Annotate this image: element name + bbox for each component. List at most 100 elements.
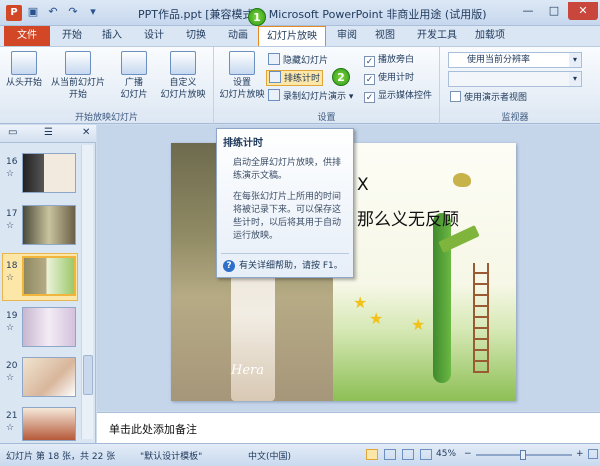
outline-tab-icon[interactable]: ☰: [44, 127, 53, 138]
star-icon: ☆: [6, 423, 15, 433]
use-timings-checkbox[interactable]: ✓ 使用计时: [364, 71, 414, 87]
rehearse-timings-button[interactable]: 排练计时: [266, 70, 324, 86]
star-icon: ☆: [6, 221, 15, 231]
maximize-button[interactable]: □: [542, 2, 566, 20]
close-button[interactable]: ✕: [568, 2, 598, 20]
hide-slide-button[interactable]: 隐藏幻灯片: [268, 53, 328, 69]
tab-transitions[interactable]: 切换: [180, 26, 212, 46]
theme-name[interactable]: "默认设计模板": [140, 449, 202, 462]
window-title: PPT作品.ppt [兼容模式] - Microsoft PowerPoint …: [138, 8, 487, 21]
tab-view[interactable]: 视图: [370, 26, 400, 46]
status-bar: 幻灯片 第 18 张，共 22 张 "默认设计模板" 中文(中国) 45% − …: [0, 443, 600, 466]
broadcast-button[interactable]: 广播 幻灯片: [114, 51, 154, 101]
slide-thumbnail[interactable]: [22, 357, 76, 397]
qat-dropdown-icon[interactable]: ▾: [86, 4, 100, 20]
slides-panel-header: ▭ ☰ ✕: [0, 125, 96, 143]
star-icon: ☆: [6, 323, 15, 333]
slide-number: 16: [6, 157, 18, 167]
tab-review[interactable]: 审阅: [332, 26, 362, 46]
tooltip-help: ? 有关详细帮助，请按 F1。: [223, 258, 343, 272]
scrollbar-thumb[interactable]: [83, 355, 93, 395]
star-shape: ★: [369, 309, 384, 328]
slideshow-view-icon[interactable]: [420, 449, 432, 460]
slides-scrollbar[interactable]: [81, 145, 93, 439]
setup-slideshow-icon: [229, 51, 255, 75]
zoom-level[interactable]: 45%: [436, 449, 456, 459]
slides-panel: ▭ ☰ ✕ 16 ☆ 17 ☆ 18 ☆ 19 ☆ 20 ☆ 21 ☆: [0, 125, 96, 443]
show-on-monitor-dropdown[interactable]: ▾: [448, 71, 582, 87]
tab-animations[interactable]: 动画: [222, 26, 254, 46]
slide-sorter-icon[interactable]: [384, 449, 396, 460]
play-from-current-icon: [65, 51, 91, 75]
slide-number: 18: [6, 261, 18, 271]
slide-signature: Hera: [231, 363, 264, 378]
tab-slideshow[interactable]: 幻灯片放映: [258, 26, 326, 47]
hide-slide-icon: [268, 53, 280, 65]
slide-thumbnail[interactable]: [22, 205, 76, 245]
from-current-button[interactable]: 从当前幻灯片 开始: [46, 51, 110, 101]
play-narration-checkbox[interactable]: ✓ 播放旁白: [364, 53, 414, 69]
broadcast-icon: [121, 51, 147, 75]
chevron-down-icon: ▾: [348, 92, 354, 102]
slides-tab-icon[interactable]: ▭: [8, 127, 17, 138]
slide-number: 21: [6, 411, 18, 421]
setup-slideshow-button[interactable]: 设置 幻灯片放映: [216, 51, 268, 101]
chevron-down-icon: ▾: [569, 72, 581, 86]
checkbox-checked: ✓: [364, 92, 375, 103]
tooltip-divider: [221, 253, 349, 254]
tab-developer[interactable]: 开发工具: [412, 26, 462, 46]
chevron-down-icon: ▾: [569, 53, 581, 67]
slide-text-line2[interactable]: 那么义无反顾: [357, 205, 459, 230]
fit-to-window-icon[interactable]: [588, 449, 598, 459]
tooltip-paragraph: 启动全屏幻灯片放映，供排练演示文稿。: [233, 158, 342, 181]
tab-addins[interactable]: 加载项: [470, 26, 510, 46]
reading-view-icon[interactable]: [402, 449, 414, 460]
resolution-dropdown[interactable]: 使用当前分辨率 ▾: [448, 52, 582, 68]
play-from-start-icon: [11, 51, 37, 75]
slide-thumbnail[interactable]: [22, 153, 76, 193]
presenter-view-checkbox[interactable]: 使用演示者视图: [450, 91, 527, 107]
normal-view-icon[interactable]: [366, 449, 378, 460]
window-controls: — □ ✕: [516, 2, 598, 20]
title-bar: P ▣ ↶ ↷ ▾ PPT作品.ppt [兼容模式] - Microsoft P…: [0, 0, 600, 26]
help-icon: ?: [223, 260, 235, 272]
notes-placeholder: 单击此处添加备注: [109, 423, 197, 436]
checkbox-checked: ✓: [364, 74, 375, 85]
language-indicator[interactable]: 中文(中国): [248, 449, 291, 462]
slide-number: 20: [6, 361, 18, 371]
notes-pane[interactable]: 单击此处添加备注: [97, 412, 600, 443]
tab-file[interactable]: 文件: [4, 26, 50, 46]
tooltip-paragraph: 在每张幻灯片上所用的时间将被记录下来。可以保存这些计时，以后将其用于自动运行放映…: [233, 192, 342, 241]
powerpoint-app-icon[interactable]: P: [6, 5, 22, 21]
undo-icon[interactable]: ↶: [46, 4, 60, 20]
callout-badge-2: 2: [332, 68, 350, 86]
rehearse-timings-icon: [269, 71, 281, 83]
slide-number: 19: [6, 311, 18, 321]
tab-insert[interactable]: 插入: [96, 26, 128, 46]
save-icon[interactable]: ▣: [26, 4, 40, 20]
checkbox-unchecked: [450, 91, 461, 102]
minimize-button[interactable]: —: [516, 2, 540, 20]
group-label: 开始放映幻灯片: [74, 113, 138, 123]
ribbon: 从头开始 从当前幻灯片 开始 广播 幻灯片 自定义 幻灯片放映 开始放映幻灯片 …: [0, 46, 600, 125]
tab-home[interactable]: 开始: [56, 26, 88, 46]
redo-icon[interactable]: ↷: [66, 4, 80, 20]
slide-thumbnail[interactable]: [22, 307, 76, 347]
slide-text-line1[interactable]: X: [357, 175, 369, 195]
zoom-out-button[interactable]: −: [464, 449, 472, 459]
show-media-controls-checkbox[interactable]: ✓ 显示媒体控件: [364, 89, 432, 105]
slide-thumbnail[interactable]: [22, 407, 76, 441]
zoom-slider-handle[interactable]: [520, 450, 526, 460]
star-shape: ★: [353, 293, 368, 312]
record-slideshow-button[interactable]: 录制幻灯片演示 ▾: [268, 89, 353, 105]
zoom-in-button[interactable]: +: [576, 449, 584, 459]
bird-shape: [453, 173, 471, 187]
tab-design[interactable]: 设计: [138, 26, 170, 46]
slide-thumbnail-selected[interactable]: [22, 256, 76, 296]
checkbox-checked: ✓: [364, 56, 375, 67]
custom-slideshow-button[interactable]: 自定义 幻灯片放映: [156, 51, 210, 101]
close-panel-icon[interactable]: ✕: [82, 127, 90, 138]
from-beginning-button[interactable]: 从头开始: [4, 51, 44, 89]
zoom-slider[interactable]: [476, 450, 572, 460]
star-icon: ☆: [6, 169, 15, 179]
